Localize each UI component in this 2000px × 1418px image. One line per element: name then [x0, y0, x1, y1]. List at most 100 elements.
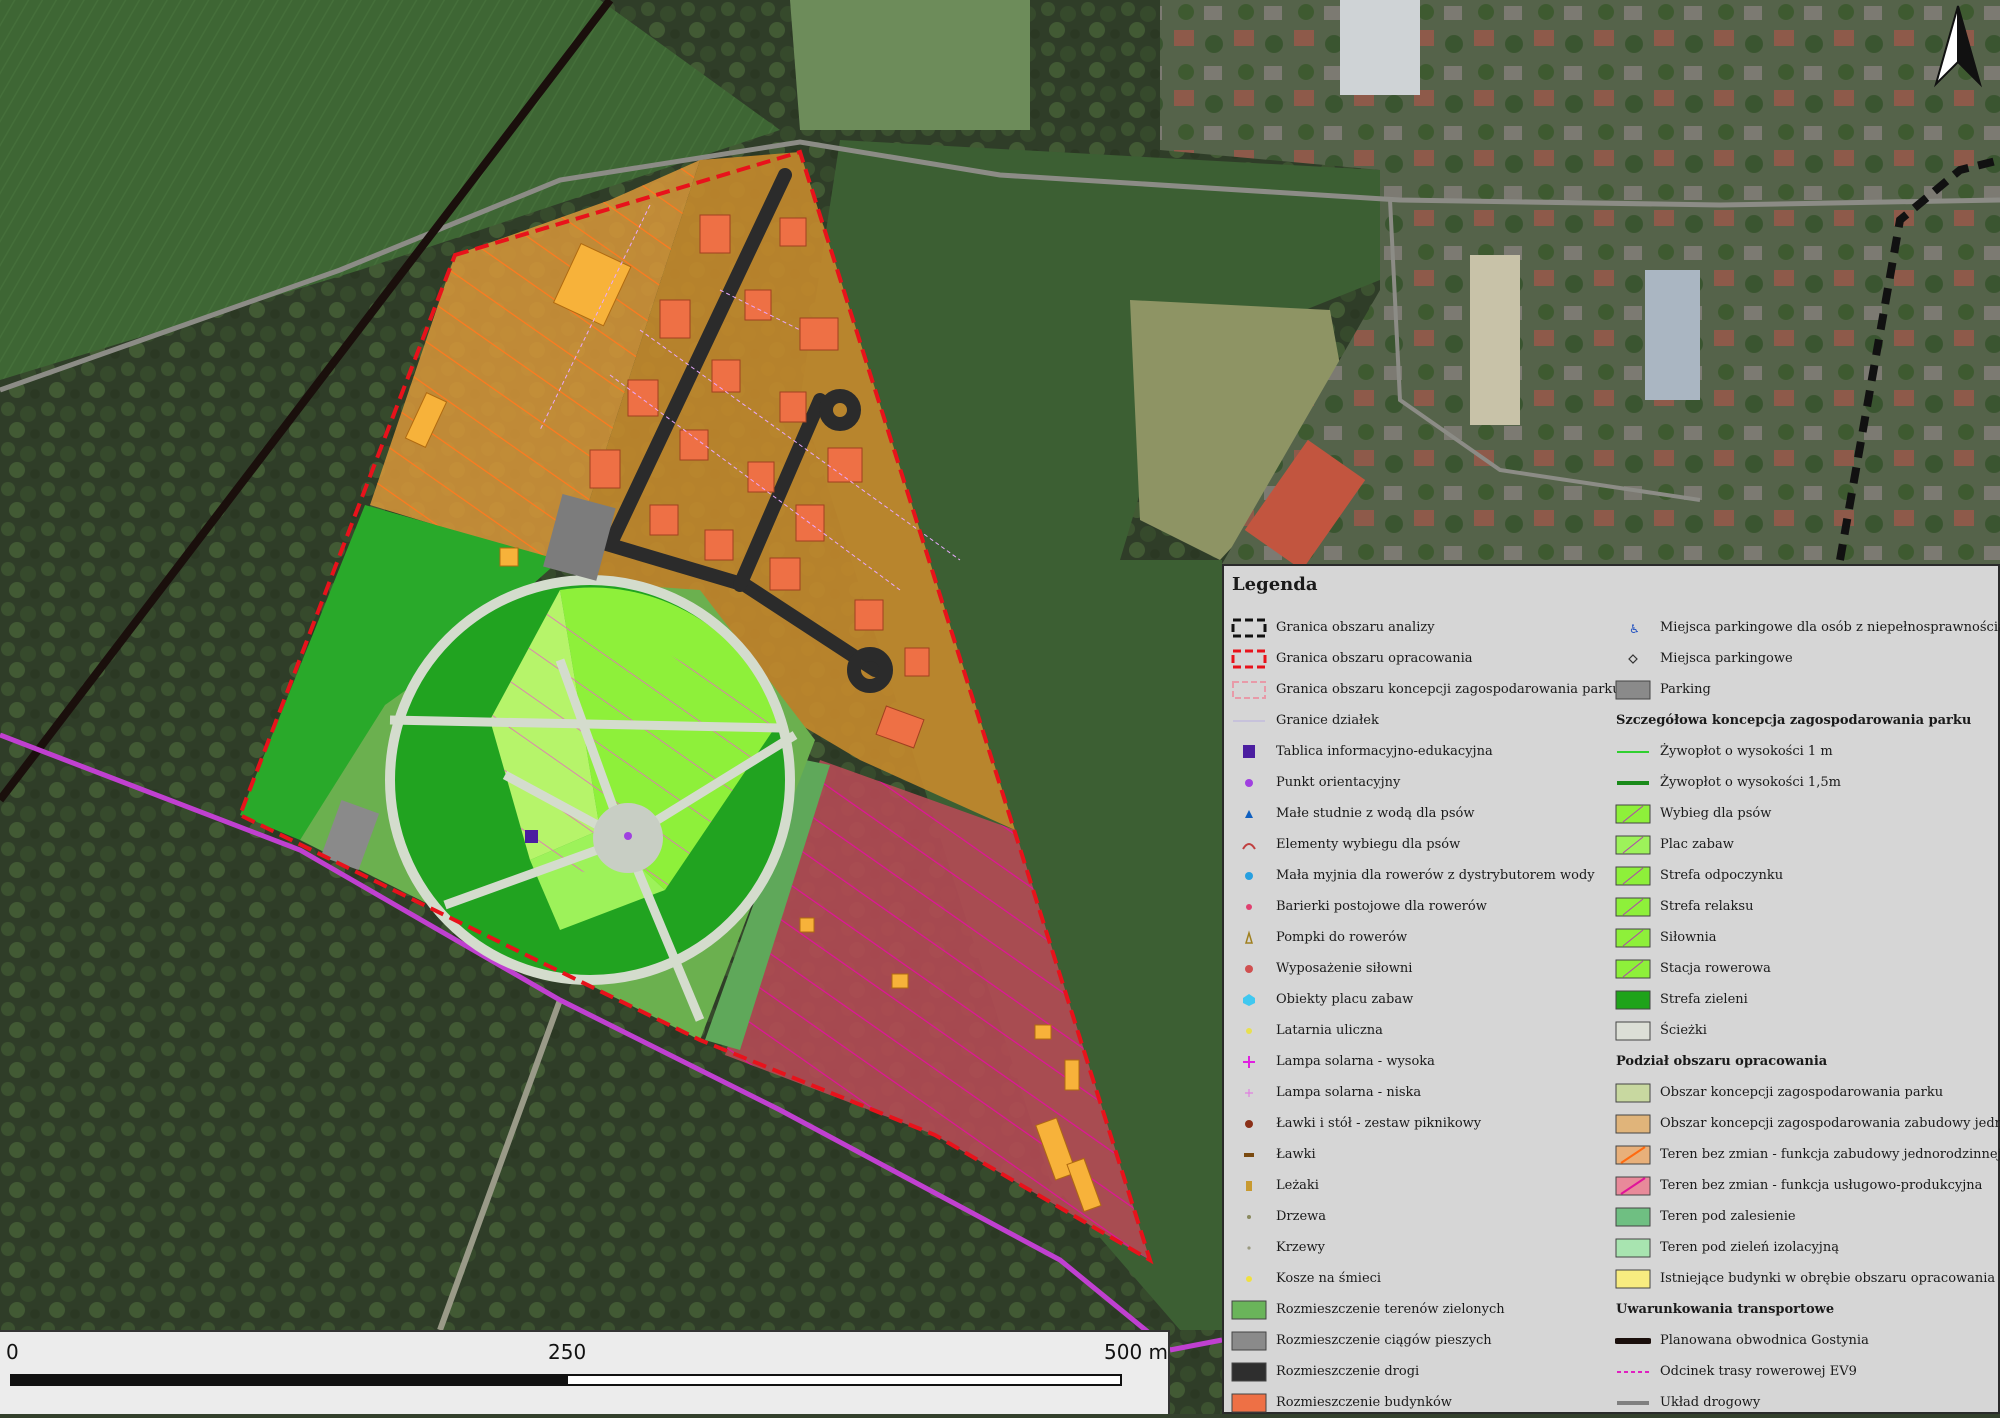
- warehouse-roof-2: [1645, 270, 1700, 400]
- legend-item: Ścieżki: [1614, 1015, 1994, 1046]
- paths-swatch: [1614, 1020, 1652, 1042]
- svg-text:♿: ♿: [1629, 622, 1640, 636]
- afforestation-swatch: [1614, 1206, 1652, 1228]
- legend-item: Wyposażenie siłowni: [1230, 953, 1620, 984]
- legend-item: Strefa relaksu: [1614, 891, 1994, 922]
- picnic-set-icon: [1230, 1113, 1268, 1135]
- deckchair-icon: [1230, 1175, 1268, 1197]
- warehouse-roof: [1470, 255, 1520, 425]
- bypass-line: [1614, 1330, 1652, 1352]
- legend-item-label: Żywopłot o wysokości 1,5m: [1660, 775, 1841, 790]
- footpath-swatch: [1230, 1330, 1268, 1352]
- green-zone-swatch: [1614, 989, 1652, 1011]
- legend-item: Parking: [1614, 674, 1994, 705]
- scale-segment-black: [10, 1374, 568, 1386]
- legend-item-label: Latarnia uliczna: [1276, 1023, 1383, 1038]
- scale-label-mid: 250: [548, 1340, 587, 1364]
- legend-item: Leżaki: [1230, 1170, 1620, 1201]
- legend-right-column: ♿ Miejsca parkingowe dla osób z niepełnos…: [1614, 612, 2000, 1418]
- legend-item-label: Ławki i stół - zestaw piknikowy: [1276, 1116, 1482, 1131]
- bike-wash-icon: [1230, 865, 1268, 887]
- legend-item: Barierki postojowe dla rowerów: [1230, 891, 1620, 922]
- playground-object-icon: [1230, 989, 1268, 1011]
- legend-item-label: Lampa solarna - niska: [1276, 1085, 1422, 1100]
- legend-section-heading: Szczegółowa koncepcja zagospodarowania p…: [1616, 713, 1972, 728]
- legend-item-label: Rozmieszczenie ciągów pieszych: [1276, 1333, 1492, 1348]
- legend-item: Strefa odpoczynku: [1614, 860, 1994, 891]
- scale-label-end: 500 m: [1104, 1340, 1169, 1364]
- info-board-icon: [1230, 741, 1268, 763]
- legend-item-label: Wybieg dla psów: [1660, 806, 1772, 821]
- legend-item: Granice działek: [1230, 705, 1620, 736]
- legend-item: Żywopłot o wysokości 1 m: [1614, 736, 1994, 767]
- legend-left-column: Granica obszaru analizy Granica obszaru o…: [1230, 612, 1621, 1418]
- legend-item-label: Strefa zieleni: [1660, 992, 1748, 1007]
- legend-item-label: Siłownia: [1660, 930, 1717, 945]
- legend-item: Wybieg dla psów: [1614, 798, 1994, 829]
- legend-item: Małe studnie z wodą dla psów: [1230, 798, 1620, 829]
- legend-item-label: Teren pod zalesienie: [1660, 1209, 1796, 1224]
- legend-item-label: Strefa odpoczynku: [1660, 868, 1784, 883]
- ev9-route-line: [1614, 1361, 1652, 1383]
- north-arrow-icon: [1933, 5, 1983, 88]
- legend-item: Układ drogowy: [1614, 1387, 1994, 1418]
- legend-item: Rozmieszczenie ciągów pieszych: [1230, 1325, 1620, 1356]
- road-swatch: [1230, 1361, 1268, 1383]
- gym-equipment-icon: [1230, 958, 1268, 980]
- playground-swatch: [1614, 834, 1652, 856]
- legend-item: Planowana obwodnica Gostynia: [1614, 1325, 1994, 1356]
- legend-item: Granica obszaru analizy: [1230, 612, 1620, 643]
- legend-item: Obiekty placu zabaw: [1230, 984, 1620, 1015]
- legend-item: Krzewy: [1230, 1232, 1620, 1263]
- legend-item-label: Mała myjnia dla rowerów z dystrybutorem …: [1276, 868, 1595, 883]
- legend-section-heading: Podział obszaru opracowania: [1616, 1054, 1828, 1069]
- legend-item-label: Teren bez zmian - funkcja zabudowy jedno…: [1660, 1147, 2000, 1162]
- bench-icon: [1230, 1144, 1268, 1166]
- legend-item: Plac zabaw: [1614, 829, 1994, 860]
- legend-item-label: Tablica informacyjno-edukacyjna: [1276, 744, 1493, 759]
- scale-segment-white: [566, 1374, 1122, 1386]
- legend-item-label: Miejsca parkingowe dla osób z niepełnosp…: [1660, 620, 2000, 635]
- legend-item-label: Istniejące budynki w obrębie obszaru opr…: [1660, 1271, 1996, 1286]
- legend-item: Stacja rowerowa: [1614, 953, 1994, 984]
- legend-item: Żywopłot o wysokości 1,5m: [1614, 767, 1994, 798]
- legend-item-label: Rozmieszczenie drogi: [1276, 1364, 1420, 1379]
- legend-item-label: Żywopłot o wysokości 1 m: [1660, 744, 1833, 759]
- legend-item-label: Pompki do rowerów: [1276, 930, 1408, 945]
- legend-item: Drzewa: [1230, 1201, 1620, 1232]
- pink-dashed-outline: [1230, 679, 1268, 701]
- map-legend: Legenda Granica obszaru analizy Granica o…: [1222, 564, 2000, 1414]
- street-lamp-icon: [1230, 1020, 1268, 1042]
- relax-zone-swatch: [1614, 896, 1652, 918]
- legend-item: Tablica informacyjno-edukacyjna: [1230, 736, 1620, 767]
- legend-item-label: Plac zabaw: [1660, 837, 1734, 852]
- legend-item-label: Granica obszaru analizy: [1276, 620, 1435, 635]
- parking-swatch: [1614, 679, 1652, 701]
- legend-item: Latarnia uliczna: [1230, 1015, 1620, 1046]
- legend-item-label: Wyposażenie siłowni: [1276, 961, 1413, 976]
- isolation-green-swatch: [1614, 1237, 1652, 1259]
- legend-item-label: Parking: [1660, 682, 1711, 697]
- solar-lamp-low-icon: [1230, 1082, 1268, 1104]
- rest-zone-swatch: [1614, 865, 1652, 887]
- legend-item: Granica obszaru koncepcji zagospodarowan…: [1230, 674, 1621, 705]
- legend-item: Granica obszaru opracowania: [1230, 643, 1620, 674]
- legend-item: Miejsca parkingowe: [1614, 643, 1994, 674]
- park-concept-swatch: [1614, 1082, 1652, 1104]
- legend-item-label: Barierki postojowe dla rowerów: [1276, 899, 1487, 914]
- farm-field-north: [790, 0, 1030, 130]
- orientation-point-icon: [624, 832, 632, 840]
- solar-lamp-high-icon: [1230, 1051, 1268, 1073]
- legend-item-label: Ławki: [1276, 1147, 1316, 1162]
- scale-label-start: 0: [6, 1340, 19, 1364]
- legend-item: Rozmieszczenie drogi: [1230, 1356, 1620, 1387]
- legend-item-label: Kosze na śmieci: [1276, 1271, 1382, 1286]
- green-area-swatch: [1230, 1299, 1268, 1321]
- legend-item-label: Teren pod zieleń izolacyjną: [1660, 1240, 1839, 1255]
- legend-item: Pompki do rowerów: [1230, 922, 1620, 953]
- legend-item-label: Lampa solarna - wysoka: [1276, 1054, 1435, 1069]
- legend-item-label: Planowana obwodnica Gostynia: [1660, 1333, 1869, 1348]
- housing-concept-swatch: [1614, 1113, 1652, 1135]
- shrub-icon: [1230, 1237, 1268, 1259]
- legend-item-label: Krzewy: [1276, 1240, 1325, 1255]
